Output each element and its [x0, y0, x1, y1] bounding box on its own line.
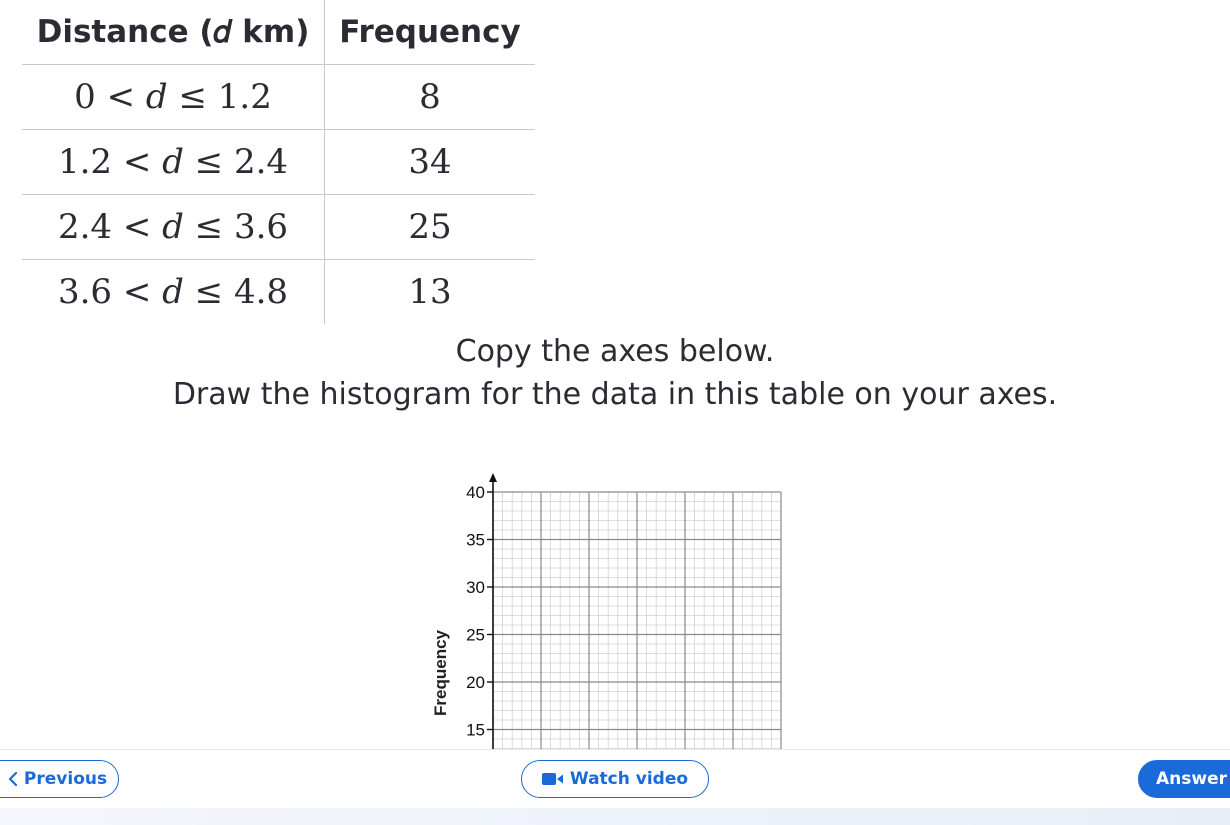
table-row: 3.6 < 𝑑 ≤ 4.8 13: [22, 259, 535, 324]
y-tick-label: 35: [466, 531, 485, 550]
y-tick-label: 30: [466, 578, 485, 597]
frequency-cell: 8: [324, 64, 535, 130]
instructions: Copy the axes below. Draw the histogram …: [0, 330, 1230, 416]
y-tick-label: 15: [466, 721, 485, 740]
table-header-row: Distance (𝑑 km) Frequency: [22, 0, 535, 65]
answer-label: Answer: [1156, 769, 1227, 789]
instruction-line-1: Copy the axes below.: [455, 334, 775, 369]
page: Distance (𝑑 km) Frequency 0 < 𝑑 ≤ 1.2 8 …: [0, 0, 1230, 825]
frequency-cell: 25: [324, 194, 535, 260]
table-row: 0 < 𝑑 ≤ 1.2 8: [22, 64, 535, 130]
previous-button[interactable]: Previous: [0, 760, 119, 798]
previous-label: Previous: [23, 769, 108, 789]
interval-cell: 1.2 < 𝑑 ≤ 2.4: [22, 129, 325, 195]
frequency-table: Distance (𝑑 km) Frequency 0 < 𝑑 ≤ 1.2 8 …: [22, 0, 535, 324]
header-distance: Distance (𝑑 km): [22, 0, 325, 65]
histogram-axes: 15 20 25 30 35 40 Frequency: [420, 468, 800, 750]
y-tick-label: 20: [466, 673, 485, 692]
interval-cell: 2.4 < 𝑑 ≤ 3.6: [22, 194, 325, 260]
watch-video-label: Watch video: [569, 769, 689, 789]
y-tick-label: 40: [466, 483, 485, 502]
frequency-cell: 13: [408, 272, 452, 312]
video-camera-icon: [541, 772, 564, 786]
interval-cell: 0 < 𝑑 ≤ 1.2: [22, 64, 325, 130]
axes-svg: 15 20 25 30 35 40 Frequency: [431, 473, 782, 750]
bottom-strip: [0, 808, 1230, 825]
y-axis-arrow: [489, 473, 497, 482]
y-tick-label: 25: [466, 626, 485, 645]
frequency-cell: 34: [324, 129, 535, 195]
instruction-line-2: Draw the histogram for the data in this …: [172, 377, 1058, 412]
bottom-navigation: Previous Watch video Answer: [0, 750, 1230, 808]
watch-video-button[interactable]: Watch video: [521, 760, 709, 798]
header-frequency: Frequency: [324, 0, 535, 65]
interval-cell: 3.6 < 𝑑 ≤ 4.8: [22, 259, 325, 324]
chevron-left-icon: [8, 772, 18, 786]
y-axis-label: Frequency: [431, 629, 450, 716]
answer-button[interactable]: Answer: [1138, 760, 1230, 798]
table-row: 1.2 < 𝑑 ≤ 2.4 34: [22, 129, 535, 195]
table-row: 2.4 < 𝑑 ≤ 3.6 25: [22, 194, 535, 260]
